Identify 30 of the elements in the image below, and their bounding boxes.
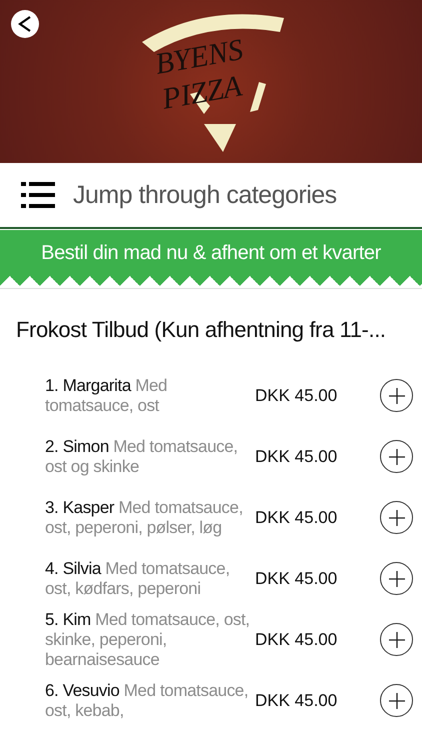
item-price: DKK 45.00 xyxy=(255,508,338,528)
plus-icon xyxy=(388,448,404,464)
banner-text: Bestil din mad nu & afhent om et kvarter xyxy=(41,242,381,264)
add-button[interactable] xyxy=(380,623,413,656)
plus-icon xyxy=(388,388,404,404)
item-description: 5. Kim Med tomatsauce, ost, skinke, peperoni, bearnaisesauce xyxy=(45,610,250,670)
plus-icon xyxy=(388,570,404,586)
list-icon xyxy=(21,182,55,208)
add-button[interactable] xyxy=(380,501,413,534)
category-label: Jump through categories xyxy=(73,180,337,210)
plus-icon xyxy=(388,692,404,708)
back-button[interactable] xyxy=(11,10,39,38)
item-description: 1. Margarita Med tomatsauce, ost xyxy=(45,376,168,416)
add-button[interactable] xyxy=(380,379,413,412)
plus-icon xyxy=(388,632,404,648)
item-description: 4. Silvia Med tomatsauce, ost, kødfars, peperoni xyxy=(45,558,231,598)
section-title: Frokost Tilbud (Kun afhentning fra 11-... xyxy=(15,317,387,343)
plus-icon xyxy=(388,510,404,526)
item-price: DKK 45.00 xyxy=(255,630,338,650)
add-button[interactable] xyxy=(380,684,413,717)
pizza-logo: BYENS PIZZA xyxy=(134,2,294,162)
item-price: DKK 45.00 xyxy=(255,386,338,406)
item-price: DKK 45.00 xyxy=(255,446,338,466)
add-button[interactable] xyxy=(380,562,413,595)
item-price: DKK 45.00 xyxy=(255,568,338,588)
item-description: 2. Simon Med tomatsauce, ost og skinke xyxy=(45,436,239,476)
item-description: 3. Kasper Med tomatsauce, ost, peperoni, pølser, løg xyxy=(45,498,244,538)
item-price: DKK 45.00 xyxy=(255,690,338,710)
item-description: 6. Vesuvio Med tomatsauce, ost, kebab, xyxy=(45,680,250,720)
add-button[interactable] xyxy=(380,440,413,473)
